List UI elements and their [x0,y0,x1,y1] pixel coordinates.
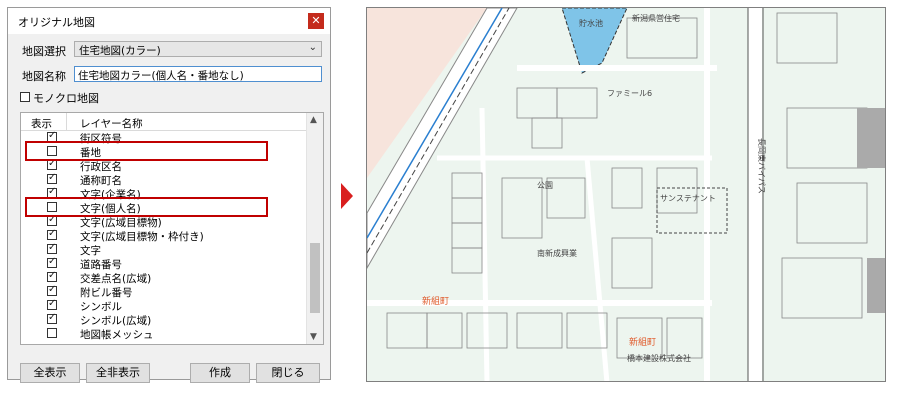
layer-name: 文字 [80,245,101,257]
column-layer-name[interactable]: レイヤー名称 [80,116,143,131]
layer-name: 附ビル番号 [80,287,133,299]
map-label-shinsei: 南新成興業 [537,249,577,258]
map-label-famiry: ファミール6 [607,89,653,98]
layer-row[interactable]: 交差点名(広域) [21,270,307,285]
map-select-dropdown[interactable]: 住宅地図(カラー) ⌄ [74,41,322,57]
map-label-doc: 新潟県営住宅 [632,14,680,23]
map-label-park: 公園 [537,181,553,190]
map-name-label: 地図名称 [22,70,66,83]
layer-row[interactable]: 文字(広域目標物・枠付き) [21,228,307,243]
column-show[interactable]: 表示 [31,116,52,131]
layer-checkbox[interactable] [47,256,57,268]
layer-row[interactable]: 附ビル番号 [21,284,307,299]
layer-checkbox[interactable] [47,298,57,310]
layer-name: 行政区名 [80,161,122,173]
close-button[interactable]: 閉じる [256,363,320,383]
layer-name: 文字(広域目標物・枠付き) [80,231,204,243]
map-label-bypass: 長岡東バイパス [757,138,766,194]
map-select-value: 住宅地図(カラー) [79,45,161,57]
monochrome-checkbox[interactable] [20,92,30,102]
layer-row[interactable]: 文字 [21,242,307,257]
monochrome-label: モノクロ地図 [33,92,99,105]
layer-name: 交差点名(広域) [80,273,152,285]
map-view[interactable]: 公園 ファミール6 南新成興業 新組町 新組町 サンステナント 橋本建設株式会社… [366,7,886,382]
layer-checkbox[interactable] [47,172,57,184]
map-select-label: 地図選択 [22,45,66,58]
layer-name: 通称町名 [80,175,122,187]
close-icon[interactable]: ✕ [308,13,324,29]
layer-checkbox[interactable] [47,328,57,338]
scroll-down-icon[interactable]: ▼ [310,332,317,342]
original-map-dialog: オリジナル地図 ✕ 地図選択 住宅地図(カラー) ⌄ 地図名称 住宅地図カラー(… [7,7,331,383]
chevron-down-icon: ⌄ [308,42,317,53]
layer-checkbox[interactable] [47,270,57,282]
layer-checkbox[interactable] [47,312,57,324]
layer-checkbox[interactable] [47,158,57,170]
layer-checkbox[interactable] [47,228,57,240]
hide-all-button[interactable]: 全非表示 [86,363,150,383]
map-label-pond: 貯水池 [579,19,603,28]
layer-name: シンボル(広域) [80,315,152,327]
scroll-thumb[interactable] [310,243,320,313]
map-label-sunst: サンステナント [660,194,716,203]
layer-checkbox[interactable] [47,284,57,296]
layer-row[interactable]: 通称町名 [21,172,307,187]
dialog-titlebar: オリジナル地図 ✕ [8,8,330,34]
map-label-town-1: 新組町 [422,297,450,307]
map-label-station: 橋本建設株式会社 [627,354,691,363]
layer-row[interactable]: シンボル(広域) [21,312,307,327]
layer-name: 道路番号 [80,259,122,271]
layer-name: 地図帳メッシュ [80,329,154,341]
highlight-box-kojinmei [25,197,268,217]
highlight-box-banchi [25,141,268,161]
layer-checkbox[interactable] [47,214,57,226]
layer-name: シンボル [80,301,122,313]
layer-row[interactable]: 道路番号 [21,256,307,271]
map-label-town-2: 新組町 [629,338,657,348]
map-name-field[interactable]: 住宅地図カラー(個人名・番地なし) [74,66,322,82]
arrow-right-icon [341,183,353,209]
layer-row[interactable]: シンボル [21,298,307,313]
show-all-button[interactable]: 全表示 [20,363,80,383]
create-button[interactable]: 作成 [190,363,250,383]
vertical-scrollbar[interactable]: ▲ ▼ [306,113,323,344]
scroll-up-icon[interactable]: ▲ [310,115,317,125]
layer-list-header: 表示 レイヤー名称 [21,113,307,131]
horizontal-scrollbar[interactable] [20,346,308,356]
map-name-value: 住宅地図カラー(個人名・番地なし) [78,70,244,82]
layer-row[interactable]: 地図帳メッシュ [21,327,307,341]
layer-name: 文字(広域目標物) [80,217,162,229]
map-canvas [367,8,885,381]
dialog-title: オリジナル地図 [18,16,95,29]
layer-checkbox[interactable] [47,242,57,254]
